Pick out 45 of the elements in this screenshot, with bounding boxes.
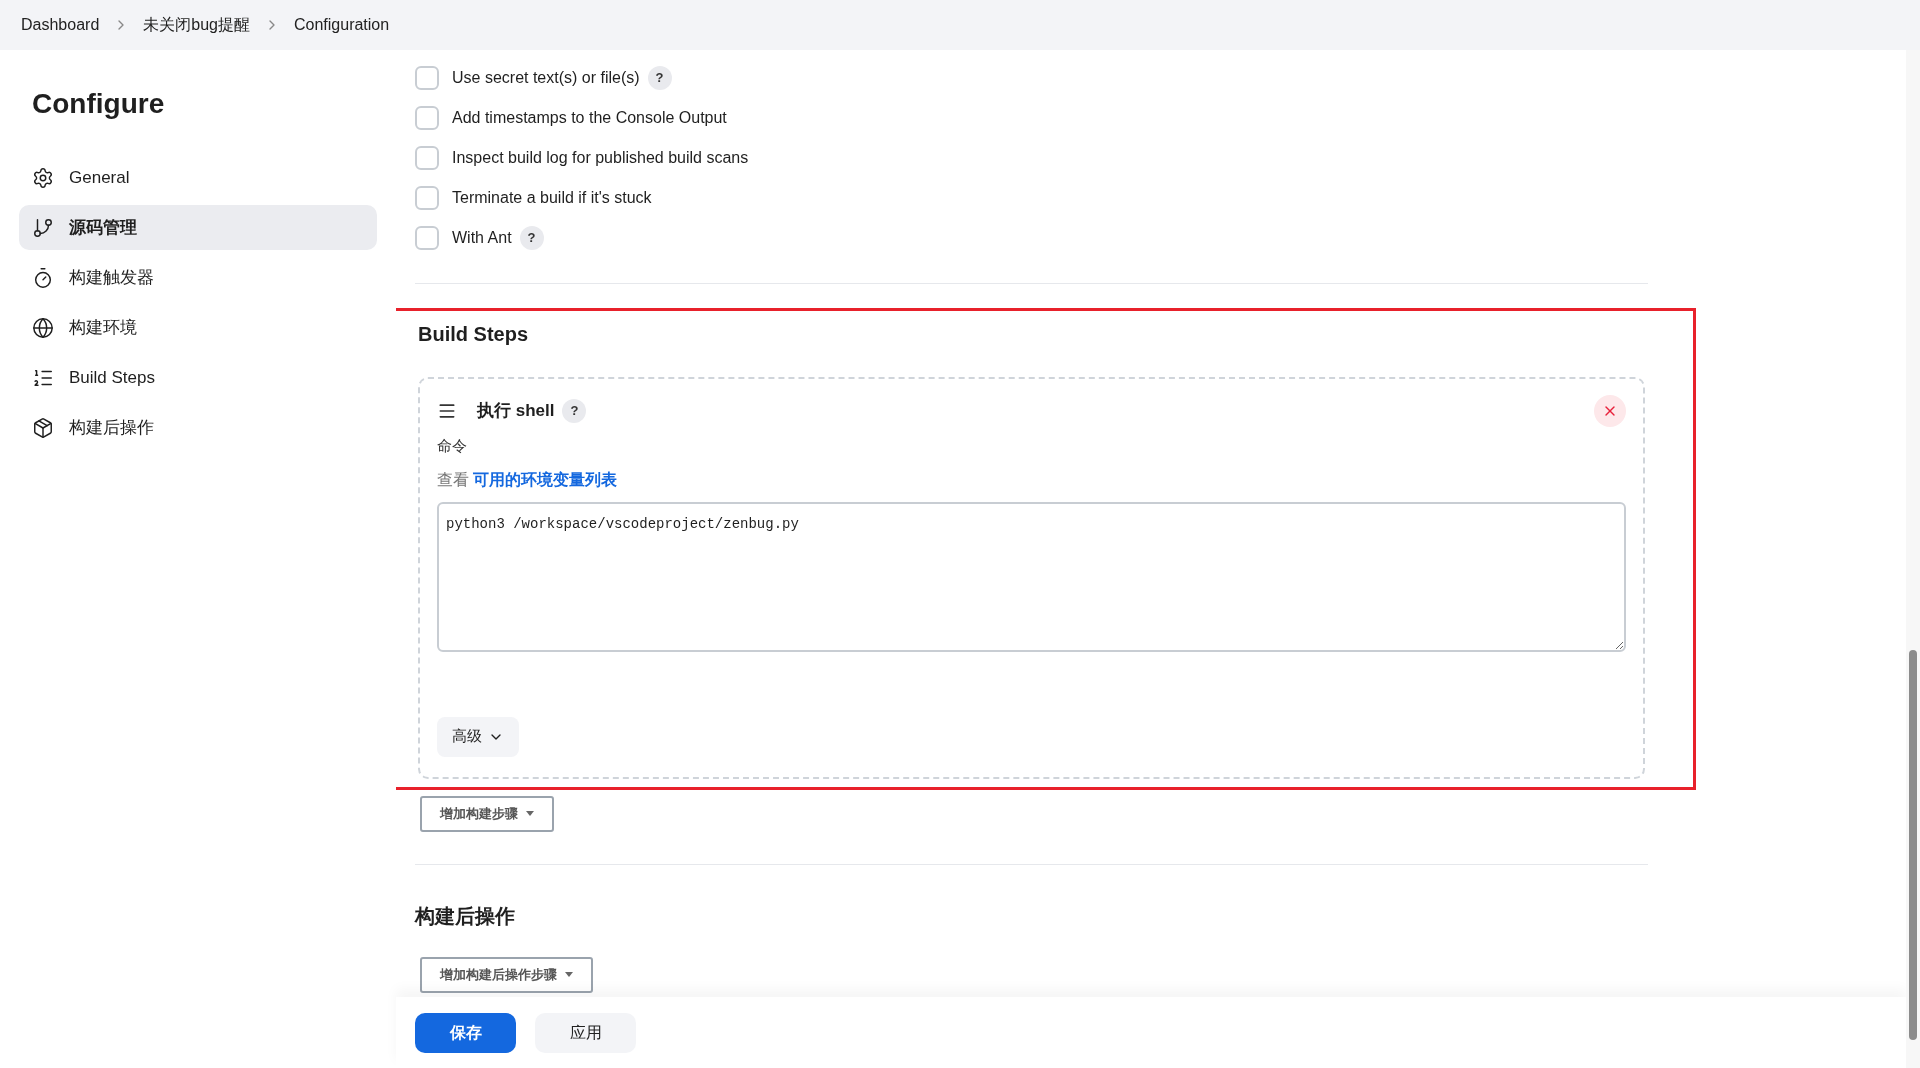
page-title: Configure: [31, 87, 166, 121]
scrollbar[interactable]: [1906, 50, 1920, 1068]
sidebar-item[interactable]: 源码管理: [19, 205, 377, 250]
option-label: Add timestamps to the Console Output: [452, 108, 727, 128]
checkbox[interactable]: [415, 186, 439, 210]
section-title: Build Steps: [418, 322, 529, 347]
option-label: Use secret text(s) or file(s): [452, 68, 640, 88]
save-button[interactable]: 保存: [415, 1012, 516, 1053]
breadcrumb-link[interactable]: Configuration: [294, 13, 390, 37]
checkbox[interactable]: [415, 146, 439, 170]
checkbox[interactable]: [415, 106, 439, 130]
env-vars-link[interactable]: 可用的环境变量列表: [473, 467, 617, 492]
help-button[interactable]: ?: [562, 399, 587, 423]
apply-button[interactable]: 应用: [535, 1012, 636, 1053]
field-label: 命令: [437, 436, 468, 456]
step-title: 执行 shell: [477, 400, 555, 423]
option-label: Terminate a build if it's stuck: [452, 188, 652, 208]
timer-icon: [32, 266, 54, 289]
sidebar-item[interactable]: General: [19, 155, 377, 200]
drag-handle-icon[interactable]: [437, 401, 457, 421]
sidebar-item[interactable]: 构建触发器: [19, 255, 377, 300]
caret-icon: [526, 811, 534, 816]
sidebar-item[interactable]: Build Steps: [19, 355, 377, 400]
sidebar-item[interactable]: 构建后操作: [19, 405, 377, 450]
help-button[interactable]: ?: [519, 226, 544, 250]
gear-icon: [32, 166, 54, 189]
help-button[interactable]: ?: [647, 66, 672, 90]
sidebar-item[interactable]: 构建环境: [19, 305, 377, 350]
option-label: With Ant: [452, 228, 512, 248]
branch-icon: [32, 216, 54, 239]
section-title: 构建后操作: [415, 903, 516, 929]
close-button[interactable]: [1594, 395, 1626, 427]
package-icon: [32, 416, 54, 439]
caret-icon: [565, 972, 573, 977]
advanced-button[interactable]: 高级: [437, 716, 519, 757]
breadcrumb-link[interactable]: Dashboard: [21, 13, 100, 37]
globe-icon: [32, 316, 54, 339]
option-label: Inspect build log for published build scans: [452, 148, 749, 168]
breadcrumb-link[interactable]: 未关闭bug提醒: [143, 13, 250, 37]
add-build-step-button[interactable]: 增加构建步骤: [420, 795, 554, 832]
add-post-build-step-button[interactable]: 增加构建后操作步骤: [420, 956, 593, 993]
command-textarea[interactable]: python3 /workspace/vscodeproject/zenbug.py: [437, 501, 1626, 652]
checkbox[interactable]: [415, 66, 439, 90]
checkbox[interactable]: [415, 226, 439, 250]
hint-text: 查看: [437, 469, 469, 490]
